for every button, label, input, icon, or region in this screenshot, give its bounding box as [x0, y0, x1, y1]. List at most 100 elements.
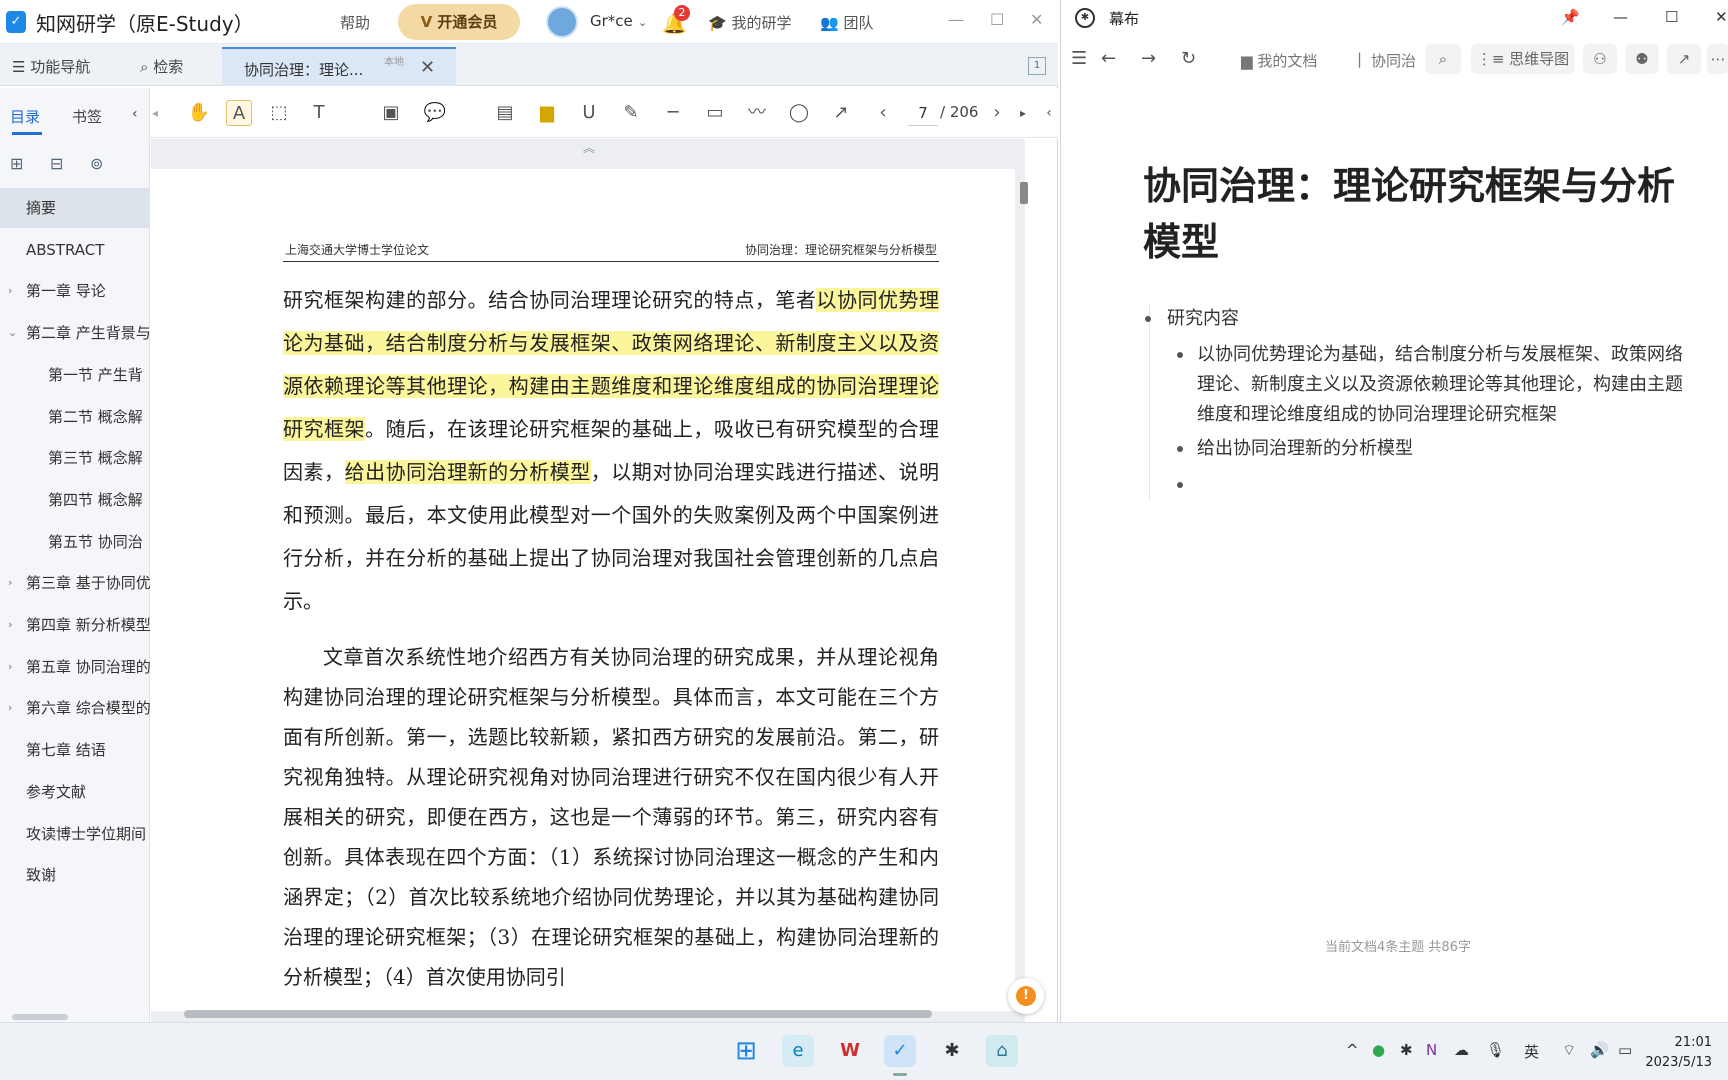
wifi-icon[interactable]: ⌔ [1562, 1041, 1576, 1060]
toc-caret-icon[interactable]: › [8, 647, 12, 687]
toc-item[interactable]: › 第四章 新分析模型 [0, 605, 150, 645]
menu-icon[interactable]: ☰ [1071, 48, 1087, 69]
sidebar-tab-bookmark[interactable]: 书签 [72, 106, 102, 127]
feedback-button[interactable]: ! [1008, 978, 1044, 1014]
toc-item[interactable]: 第三节 概念解 [0, 438, 150, 478]
toc-item[interactable]: › 第六章 综合模型的 [0, 688, 150, 728]
mubu-close-icon[interactable]: ✕ [1715, 8, 1728, 26]
mindmap-button[interactable]: ⋮≡ 思维导图 [1471, 44, 1575, 74]
toc-item[interactable]: 第二节 概念解 [0, 397, 150, 437]
team-button[interactable]: 👥 团队 [820, 12, 873, 33]
outline-child-item[interactable]: 以协同优势理论为基础，结合制度分析与发展框架、政策网络理论、新制度主义以及资源依… [1197, 340, 1697, 430]
area-select-icon[interactable]: ⬚ [266, 100, 292, 126]
toc-expand-icon[interactable]: ⊞ [10, 154, 23, 173]
help-link[interactable]: 帮助 [340, 12, 370, 33]
toc-caret-icon[interactable]: › [8, 605, 12, 645]
more-icon[interactable]: ⋯ [1707, 44, 1728, 74]
toc-caret-icon[interactable]: › [8, 271, 12, 311]
toc-item[interactable]: › 第一章 导论 [0, 271, 150, 311]
mubu-minimize-icon[interactable]: — [1613, 8, 1628, 26]
prev-page-icon[interactable]: ‹ [870, 100, 896, 126]
toc-item[interactable]: ABSTRACT [0, 230, 150, 270]
clock-time[interactable]: 21:01 [1675, 1035, 1712, 1050]
hand-tool-icon[interactable]: ✋ [186, 100, 212, 126]
line-icon[interactable]: ─ [660, 100, 686, 126]
ocr-text-icon[interactable]: T [306, 100, 332, 126]
mubu-maximize-icon[interactable]: ☐ [1665, 8, 1678, 26]
back-icon[interactable]: ← [1101, 48, 1116, 69]
chevron-down-icon[interactable]: ⌄ [638, 16, 647, 29]
toc-item[interactable]: 攻读博士学位期间 [0, 814, 150, 854]
toc-item[interactable]: 参考文献 [0, 772, 150, 812]
paragraph-2[interactable]: 文章首次系统性地介绍西方有关协同治理的研究成果，并从理论视角构建协同治理的理论研… [283, 637, 939, 997]
pen-icon[interactable]: ✎ [618, 100, 644, 126]
rectangle-icon[interactable]: ▭ [702, 100, 728, 126]
input-method-indicator[interactable]: 英 [1524, 1041, 1539, 1062]
microphone-icon[interactable]: 🎙 [1486, 1041, 1505, 1059]
text-select-icon[interactable]: A [226, 100, 252, 126]
toc-item[interactable]: ⌄ 第二章 产生背景与 [0, 313, 150, 353]
page-number-input[interactable]: 7 [908, 100, 938, 126]
textbox-icon[interactable]: ▤ [492, 100, 518, 126]
volume-icon[interactable]: 🔊 [1590, 1041, 1609, 1059]
sidebar-tab-toc[interactable]: 目录 [10, 106, 40, 127]
underline-icon[interactable]: U [576, 100, 602, 126]
battery-icon[interactable]: ▭ [1618, 1041, 1632, 1059]
collapse-toolbar-icon[interactable]: ︽ [583, 139, 595, 156]
toc-caret-icon[interactable]: › [8, 563, 12, 603]
forward-icon[interactable]: → [1141, 48, 1156, 69]
horizontal-scrollbar[interactable] [184, 1010, 932, 1018]
outline-bullet[interactable] [1177, 446, 1183, 452]
mubu-taskbar-icon[interactable]: ✱ [936, 1035, 968, 1067]
mubu-doc-title[interactable]: 协同治理：理论研究框架与分析模型 [1143, 158, 1683, 270]
sidebar-scrollbar[interactable] [12, 1014, 68, 1020]
wps-office-icon[interactable]: W [834, 1035, 866, 1067]
vertical-scrollbar[interactable] [1020, 182, 1028, 204]
sidebar-collapse-icon[interactable]: ‹ [132, 106, 138, 122]
clock-date[interactable]: 2023/5/13 [1645, 1055, 1712, 1070]
breadcrumb-my-docs[interactable]: ▆ 我的文档 [1241, 50, 1317, 71]
outline-bullet[interactable] [1177, 482, 1183, 488]
outline-empty-item[interactable] [1197, 470, 1497, 500]
toc-item[interactable]: 致谢 [0, 855, 150, 895]
onenote-icon[interactable]: N [1426, 1041, 1437, 1059]
highlight-2[interactable]: 给出协同治理新的分析模型 [344, 460, 591, 484]
page-count-indicator[interactable]: 1 [1028, 57, 1046, 75]
outline-bullet[interactable] [1145, 316, 1151, 322]
pdf-page[interactable]: 上海交通大学博士学位论文 协同治理：理论研究框架与分析模型 研究框架构建的部分。… [151, 169, 1015, 1011]
tray-chevron-up-icon[interactable]: ^ [1346, 1041, 1359, 1059]
avatar[interactable] [546, 6, 578, 38]
vip-button[interactable]: V 开通会员 [398, 4, 520, 40]
comment-icon[interactable]: 💬 [422, 100, 448, 126]
export-icon[interactable]: ↗ [1667, 44, 1701, 74]
estudy-taskbar-icon[interactable]: ✓ [884, 1035, 916, 1067]
outline-bullet[interactable] [1177, 352, 1183, 358]
start-windows-icon[interactable]: ⊞ [730, 1035, 762, 1067]
cloud-icon[interactable]: ☁ [1454, 1041, 1469, 1059]
users-icon[interactable]: ⚉ [1625, 44, 1659, 74]
toc-caret-icon[interactable]: ⌄ [8, 313, 17, 353]
my-research-button[interactable]: 🎓 我的研学 [708, 12, 791, 33]
image-note-icon[interactable]: ▣ [378, 100, 404, 126]
tab-function-nav[interactable]: ☰ 功能导航 [12, 56, 90, 77]
pin-icon[interactable]: 📌 [1561, 8, 1580, 26]
toc-item[interactable]: › 第三章 基于协同优 [0, 563, 150, 603]
toc-item[interactable]: 第一节 产生背 [0, 355, 150, 395]
wechat-icon[interactable]: ● [1372, 1041, 1385, 1059]
toolbar-scroll-right-icon[interactable]: ▸ [1010, 100, 1036, 126]
toc-item[interactable]: › 第五章 协同治理的 [0, 647, 150, 687]
toc-item[interactable]: 摘要 [0, 188, 150, 228]
toc-collapse-icon[interactable]: ⊟ [50, 154, 63, 173]
search-in-doc-icon[interactable]: ⌕ [1425, 44, 1461, 74]
user-name[interactable]: Gr*ce [590, 12, 633, 30]
toc-item[interactable]: 第五节 协同治 [0, 522, 150, 562]
breadcrumb-current-doc[interactable]: 协同治 [1371, 50, 1416, 71]
toolbar-scroll-left-icon[interactable]: ◂ [142, 100, 168, 126]
tab-close-icon[interactable]: ✕ [420, 57, 435, 78]
highlight-icon[interactable]: ▆ [534, 100, 560, 126]
toc-caret-icon[interactable]: › [8, 688, 12, 728]
maximize-icon[interactable]: ☐ [990, 10, 1004, 29]
minimize-icon[interactable]: — [948, 10, 964, 29]
toc-item[interactable]: 第七章 结语 [0, 730, 150, 770]
ellipse-icon[interactable]: ◯ [786, 100, 812, 126]
